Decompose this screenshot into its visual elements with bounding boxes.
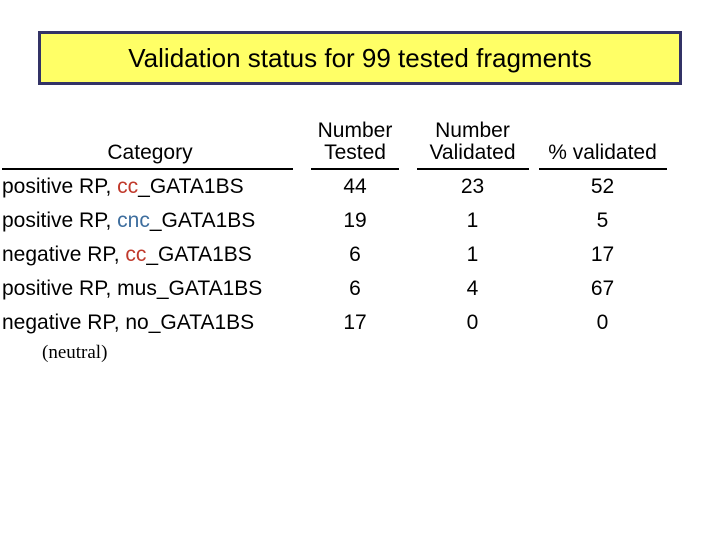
table-cell-number-validated: 1 bbox=[466, 208, 479, 232]
title-banner: Validation status for 99 tested fragment… bbox=[38, 31, 682, 85]
column-header-category-label: Category bbox=[107, 141, 193, 165]
table-footnote-cell: (neutral) bbox=[0, 340, 300, 378]
category-suffix: _GATA1BS bbox=[149, 208, 256, 232]
category-suffix: _GATA1BS bbox=[138, 174, 244, 198]
table-header: Category Number Tested Number Validated bbox=[0, 119, 670, 170]
category-token: no bbox=[125, 310, 149, 334]
table-cell-category: positive RP, cnc_GATA1BS bbox=[0, 204, 300, 238]
category-token: cc bbox=[125, 242, 147, 266]
table-cell-category: negative RP, no_GATA1BS bbox=[0, 306, 300, 340]
table-cell-percent-validated: 0 bbox=[596, 310, 609, 334]
table-row: positive RP, cnc_GATA1BS 19 1 5 bbox=[0, 204, 670, 238]
column-header-number-validated-line1: Number bbox=[435, 119, 510, 142]
table-cell-number-tested: 44 bbox=[343, 174, 367, 198]
table-footnote-row: (neutral) bbox=[0, 340, 670, 378]
table-row: negative RP, no_GATA1BS 17 0 0 bbox=[0, 306, 670, 340]
category-suffix: _GATA1BS bbox=[146, 242, 252, 266]
table-footnote-spacer bbox=[410, 340, 535, 378]
table-header-row: Category Number Tested Number Validated bbox=[0, 119, 670, 170]
column-header-number-tested-line2: Tested bbox=[324, 141, 386, 165]
table-cell-percent-validated: 5 bbox=[596, 208, 609, 232]
table-cell-number-tested: 6 bbox=[349, 242, 361, 266]
table-row: negative RP, cc_GATA1BS 6 1 17 bbox=[0, 238, 670, 272]
category-prefix: negative RP, bbox=[2, 310, 126, 334]
category-prefix: negative RP, bbox=[2, 242, 126, 266]
table-cell-number-tested: 6 bbox=[349, 276, 361, 300]
category-token: cnc bbox=[117, 208, 150, 232]
neutral-note: (neutral) bbox=[42, 341, 108, 363]
category-prefix: positive RP, bbox=[2, 208, 118, 232]
validation-table: Category Number Tested Number Validated bbox=[0, 119, 670, 378]
table-cell-number-validated: 4 bbox=[466, 276, 479, 300]
table-cell-percent-validated: 52 bbox=[590, 174, 615, 198]
column-header-category: Category bbox=[0, 120, 300, 170]
column-header-number-validated: Number Validated bbox=[410, 119, 535, 170]
table-cell-percent-validated: 17 bbox=[590, 242, 615, 266]
table-cell-percent-validated: 67 bbox=[590, 276, 615, 300]
table-row: positive RP, mus_GATA1BS 6 4 67 bbox=[0, 272, 670, 306]
table-row: positive RP, cc_GATA1BS 44 23 52 bbox=[0, 170, 670, 204]
table-footnote-spacer bbox=[300, 340, 410, 378]
category-prefix: positive RP, bbox=[2, 276, 118, 300]
validation-table-container: Category Number Tested Number Validated bbox=[0, 119, 720, 378]
column-header-percent-validated-label: % validated bbox=[548, 141, 657, 165]
table-cell-number-validated: 23 bbox=[460, 174, 485, 198]
table-footnote-spacer bbox=[535, 340, 670, 378]
table-cell-category: negative RP, cc_GATA1BS bbox=[0, 238, 300, 272]
column-header-number-tested: Number Tested bbox=[300, 119, 410, 170]
table-cell-number-validated: 1 bbox=[466, 242, 479, 266]
table-cell-number-validated: 0 bbox=[466, 310, 479, 334]
category-token: mus bbox=[117, 276, 157, 300]
column-header-number-validated-line2: Validated bbox=[429, 141, 516, 165]
table-cell-number-tested: 17 bbox=[343, 310, 367, 334]
column-header-number-tested-line1: Number bbox=[317, 119, 393, 142]
page-title: Validation status for 99 tested fragment… bbox=[128, 43, 592, 73]
table-body: positive RP, cc_GATA1BS 44 23 52 positive RP… bbox=[0, 170, 670, 378]
category-token: cc bbox=[117, 174, 139, 198]
table-cell-number-tested: 19 bbox=[343, 208, 367, 232]
column-header-percent-validated: % validated bbox=[535, 120, 670, 170]
table-cell-category: positive RP, mus_GATA1BS bbox=[0, 272, 300, 306]
table-cell-category: positive RP, cc_GATA1BS bbox=[0, 170, 300, 204]
category-suffix: _GATA1BS bbox=[148, 310, 255, 334]
category-prefix: positive RP, bbox=[2, 174, 118, 198]
category-suffix: _GATA1BS bbox=[156, 276, 263, 300]
